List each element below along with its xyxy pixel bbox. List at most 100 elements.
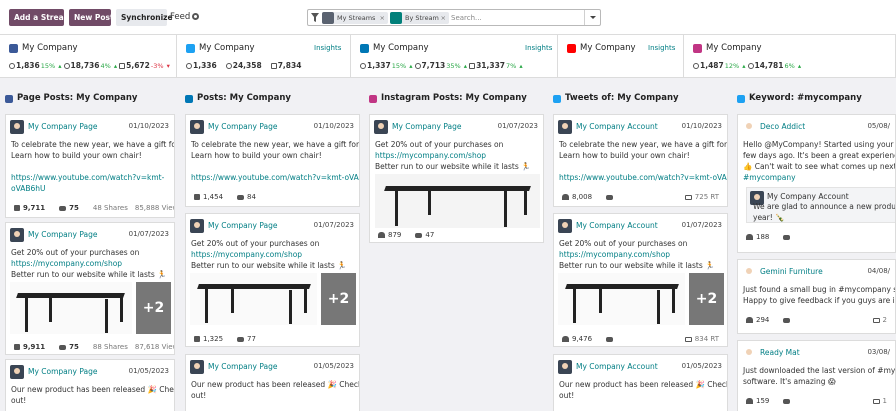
post-link[interactable]: #mycompany	[743, 172, 892, 183]
stream-header[interactable]: Keyword: #mycompany	[737, 79, 896, 109]
account-name[interactable]: My Company	[373, 43, 429, 53]
comment-icon[interactable]	[783, 399, 791, 404]
retweet-group[interactable]: 834 RT	[684, 335, 719, 343]
post-author[interactable]: My Company Account	[576, 122, 658, 131]
comment-icon[interactable]	[59, 206, 67, 211]
post-author[interactable]: Gemini Furniture	[760, 267, 823, 276]
post-author[interactable]: My Company Account	[576, 362, 658, 371]
heart-icon[interactable]	[746, 317, 753, 323]
post-link[interactable]: https://www.youtube.com/watch?v=kmt-	[11, 172, 171, 183]
post-image[interactable]	[190, 273, 317, 325]
stream-header[interactable]: Instagram Posts: My Company	[369, 79, 544, 109]
post-link[interactable]: https://www.youtube.com/watch?v=kmt-oVAB…	[559, 172, 727, 183]
insights-link[interactable]: Insights	[648, 44, 675, 52]
stream-title[interactable]: Page Posts: My Company	[17, 93, 137, 103]
post-card[interactable]: My Company Account 01/10/2023 To celebrate…	[553, 114, 728, 207]
comment-icon[interactable]	[783, 235, 791, 240]
gear-icon[interactable]	[192, 13, 199, 20]
post-card[interactable]: My Company Page 01/05/2023 Our new product…	[185, 354, 360, 411]
heart-icon[interactable]	[378, 232, 385, 238]
more-images-button[interactable]: +2	[689, 273, 724, 325]
account-stat-instagram[interactable]: My Company 1,48712% ▴ 14,7816% ▴	[684, 35, 896, 78]
post-image[interactable]	[375, 174, 540, 228]
post-link[interactable]: https://mycompany.com/shop	[11, 258, 171, 269]
post-author[interactable]: My Company Page	[392, 122, 462, 131]
like-icon[interactable]	[14, 205, 20, 211]
heart-icon[interactable]	[562, 336, 569, 342]
retweet-group[interactable]: 725 RT	[684, 193, 719, 201]
facet-my-streams[interactable]: My Streams ×	[322, 12, 388, 24]
post-card[interactable]: Deco Addict 05/08/Hello @MyCompany! Start…	[737, 114, 896, 253]
like-icon[interactable]	[14, 344, 20, 350]
post-author[interactable]: My Company Page	[208, 122, 278, 131]
stream-title[interactable]: Tweets of: My Company	[565, 93, 679, 103]
stream-title[interactable]: Keyword: #mycompany	[749, 93, 862, 103]
post-link[interactable]: https://mycompany.com/shop	[559, 249, 724, 260]
close-icon[interactable]: ×	[441, 12, 446, 24]
retweet-group[interactable]: 1	[872, 397, 887, 405]
heart-icon[interactable]	[746, 234, 753, 240]
comment-icon[interactable]	[415, 233, 423, 238]
more-images-button[interactable]: +2	[321, 273, 356, 325]
post-author[interactable]: My Company Page	[28, 230, 98, 239]
new-post-button[interactable]: New Post	[69, 9, 114, 26]
account-stat-youtube[interactable]: My Company Insights	[558, 35, 684, 78]
stream-header[interactable]: Posts: My Company	[185, 79, 360, 109]
comment-icon[interactable]	[606, 337, 614, 342]
account-name[interactable]: My Company	[580, 43, 636, 53]
post-author[interactable]: My Company Account	[576, 221, 658, 230]
post-link[interactable]: https://mycompany.com/shop	[191, 249, 356, 260]
comment-icon[interactable]	[606, 195, 614, 200]
heart-icon[interactable]	[746, 398, 753, 404]
stream-header[interactable]: Page Posts: My Company	[5, 79, 175, 109]
retweet-group[interactable]: 2	[872, 316, 887, 324]
stream-title[interactable]: Instagram Posts: My Company	[381, 93, 527, 103]
close-icon[interactable]: ×	[380, 12, 385, 24]
post-card[interactable]: My Company Page 01/10/2023 To celebrate th…	[5, 114, 175, 218]
post-image[interactable]	[558, 273, 685, 325]
comment-icon[interactable]	[237, 337, 245, 342]
post-card[interactable]: My Company Account 01/07/2023 Get 20% out …	[553, 213, 728, 347]
post-author[interactable]: My Company Page	[208, 221, 278, 230]
chevron-down-icon[interactable]	[584, 10, 600, 25]
post-author[interactable]: My Company Page	[28, 367, 98, 376]
comment-icon[interactable]	[237, 195, 245, 200]
account-name[interactable]: My Company	[706, 43, 762, 53]
account-stat-linkedin[interactable]: My Company Insights 1,33715% ▴ 7,71335% ▴ 31…	[351, 35, 558, 78]
post-card[interactable]: Gemini Furniture 04/08/Just found a small…	[737, 259, 896, 334]
reply-author[interactable]: My Company Account	[767, 192, 849, 201]
post-card[interactable]: My Company Account 01/05/2023 Our new prod…	[553, 354, 728, 411]
insights-link[interactable]: Insights	[525, 44, 552, 52]
post-link[interactable]: oVAB6hU	[11, 183, 171, 194]
account-name[interactable]: My Company	[22, 43, 78, 53]
post-author[interactable]: Ready Mat	[760, 348, 800, 357]
post-image[interactable]	[10, 282, 132, 334]
like-icon[interactable]	[194, 336, 200, 342]
post-card[interactable]: My Company Page 01/05/2023 Our new product…	[5, 359, 175, 411]
filter-icon[interactable]	[311, 13, 319, 22]
like-icon[interactable]	[194, 194, 200, 200]
account-stat-twitter[interactable]: My Company Insights 1,336 24,358 7,834	[177, 35, 351, 78]
post-author[interactable]: Deco Addict	[760, 122, 805, 131]
search-input[interactable]	[451, 12, 581, 24]
heart-icon[interactable]	[562, 194, 569, 200]
comment-icon[interactable]	[783, 318, 791, 323]
stream-title[interactable]: Posts: My Company	[197, 93, 291, 103]
facet-by-stream[interactable]: By Stream ×	[390, 12, 449, 24]
more-images-button[interactable]: +2	[136, 282, 171, 334]
post-card[interactable]: My Company Page 01/07/2023 Get 20% out of …	[369, 114, 544, 243]
add-stream-button[interactable]: Add a Stream	[9, 9, 71, 26]
comment-icon[interactable]	[59, 345, 67, 350]
stream-header[interactable]: Tweets of: My Company	[553, 79, 728, 109]
post-card[interactable]: My Company Page 01/10/2023 To celebrate th…	[185, 114, 360, 207]
post-card[interactable]: My Company Page 01/07/2023 Get 20% out of …	[5, 222, 175, 355]
account-stat-facebook[interactable]: My Company 1,83615% ▴ 18,7364% ▴ 5,672-3% ▾	[0, 35, 177, 78]
post-card[interactable]: Ready Mat 03/08/Just downloaded the last …	[737, 340, 896, 411]
post-author[interactable]: My Company Page	[28, 122, 98, 131]
post-link[interactable]: https://www.youtube.com/watch?v=kmt-oVAB…	[191, 172, 359, 183]
synchronize-button[interactable]: Synchronize	[116, 9, 173, 26]
post-link[interactable]: https://mycompany.com/shop	[375, 150, 540, 161]
insights-link[interactable]: Insights	[314, 44, 341, 52]
account-name[interactable]: My Company	[199, 43, 255, 53]
post-author[interactable]: My Company Page	[208, 362, 278, 371]
